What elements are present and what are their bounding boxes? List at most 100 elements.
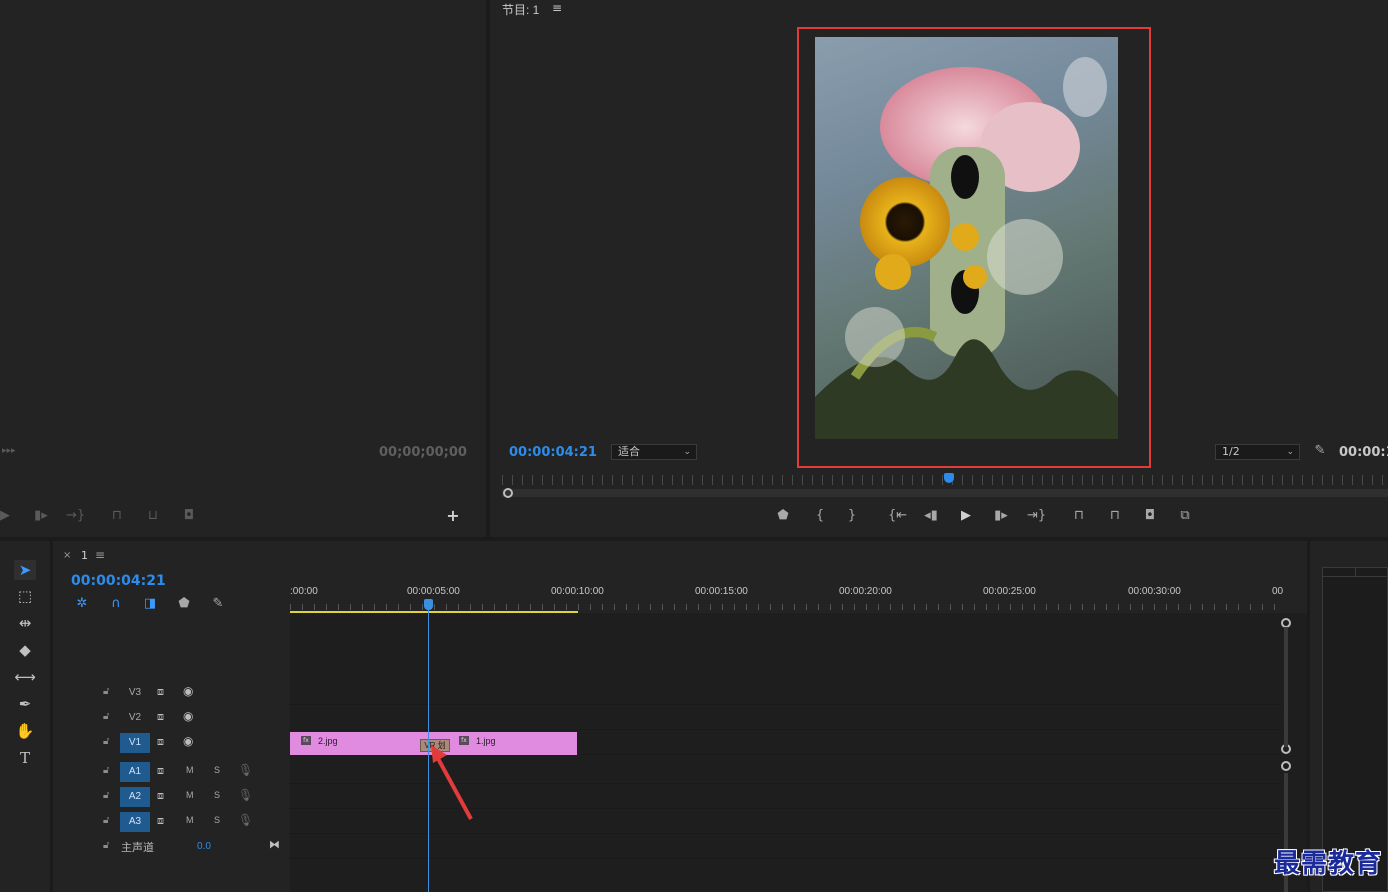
go-to-out-icon[interactable]: →} xyxy=(66,509,85,525)
ruler-label: 00:00:15:00 xyxy=(695,586,748,597)
watermark-logo: 最需教育 xyxy=(1273,849,1382,879)
export-frame-icon[interactable]: ◘ xyxy=(1141,509,1159,525)
slip-tool-icon[interactable]: ⟷ xyxy=(14,667,36,687)
solo-button[interactable]: S xyxy=(214,790,220,800)
pen-tool-icon[interactable]: ✒ xyxy=(14,694,36,714)
video-vertical-scrollbar[interactable] xyxy=(1284,627,1288,747)
selection-tool-icon[interactable]: ➤ xyxy=(14,560,36,580)
wrench-icon[interactable]: ✎ xyxy=(209,597,227,613)
go-to-in-icon[interactable]: {⇤ xyxy=(888,509,907,525)
go-to-out-icon[interactable]: ⇥} xyxy=(1027,509,1046,525)
play-icon[interactable]: ▶ xyxy=(0,509,14,525)
zoom-level-dropdown[interactable]: 适合 ⌄ xyxy=(611,444,697,460)
snap-magnet-icon[interactable]: ∩ xyxy=(107,597,125,613)
sync-lock-icon[interactable]: ⧈ xyxy=(157,789,164,803)
program-monitor-title[interactable]: 节目: 1 xyxy=(502,1,539,18)
step-forward-icon[interactable]: ▮▸ xyxy=(32,509,50,525)
lock-icon[interactable]: 🔓︎ xyxy=(103,815,109,826)
ruler-label: 00:00:20:00 xyxy=(839,586,892,597)
step-forward-icon[interactable]: ▮▸ xyxy=(992,509,1010,525)
track-header-v1: 🔓︎ V1 ⧈ ◉ xyxy=(53,731,289,755)
insert-icon[interactable]: ⊓ xyxy=(108,509,126,525)
panel-menu-icon[interactable]: ≡ xyxy=(552,1,562,15)
track-target-v3[interactable]: V3 xyxy=(120,683,150,703)
play-icon[interactable]: ▶ xyxy=(957,509,975,525)
microphone-icon[interactable]: 🎙︎ xyxy=(238,788,253,802)
mute-button[interactable]: M xyxy=(186,815,194,825)
sync-lock-icon[interactable]: ⧈ xyxy=(157,685,164,699)
track-target-v1[interactable]: V1 xyxy=(120,733,150,753)
track-a3: 🔓︎ A3 ⧈ M S 🎙︎ xyxy=(53,810,1281,834)
type-tool-icon[interactable]: T xyxy=(14,748,36,768)
sync-lock-icon[interactable]: ⧈ xyxy=(157,735,164,749)
hand-tool-icon[interactable]: ✋ xyxy=(14,721,36,741)
overwrite-icon[interactable]: ⊔ xyxy=(144,509,162,525)
timeline-panel: × 1 ≡ 00:00:04:21 ✲ ∩ ◨ ⬟ ✎ :00:00 00:00… xyxy=(53,541,1307,892)
sequence-tab[interactable]: 1 xyxy=(81,549,88,562)
linked-selection-icon[interactable]: ◨ xyxy=(141,597,159,613)
wrench-icon[interactable]: ✎ xyxy=(1311,444,1329,460)
master-volume-value[interactable]: 0.0 xyxy=(197,841,211,852)
lock-icon[interactable]: 🔓︎ xyxy=(103,790,109,801)
program-video-frame[interactable] xyxy=(815,37,1118,439)
mark-out-icon[interactable]: } xyxy=(843,509,861,525)
step-back-icon[interactable]: ◂▮ xyxy=(922,509,940,525)
track-select-tool-icon[interactable]: ⬚ xyxy=(14,586,36,606)
bowtie-icon[interactable]: ⧓ xyxy=(269,838,280,851)
master-track-label: 主声道 xyxy=(121,841,154,854)
scroll-handle[interactable] xyxy=(1281,761,1291,771)
program-timecode[interactable]: 00:00:04:21 xyxy=(509,445,597,460)
ripple-edit-tool-icon[interactable]: ⇹ xyxy=(14,613,36,633)
eye-icon[interactable]: ◉ xyxy=(183,734,193,748)
lock-icon[interactable]: 🔓︎ xyxy=(103,840,109,851)
program-monitor-panel: 节目: 1 ≡ 00:00:04:21 适合 ⌄ 1/2 ⌄ ✎ 00:00: … xyxy=(490,0,1388,537)
panel-menu-icon[interactable]: ≡ xyxy=(95,548,105,562)
ruler-label: 00:00:10:00 xyxy=(551,586,604,597)
meter-divider xyxy=(1323,576,1388,577)
add-marker-icon[interactable]: ⬟ xyxy=(175,597,193,613)
source-in-out-indicator: ▸▸▸ xyxy=(2,446,16,456)
track-v1: 🔓︎ V1 ⧈ ◉ fx 2.jpg VR 划 fx 1.jpg xyxy=(53,731,1281,755)
lock-icon[interactable]: 🔓︎ xyxy=(103,711,109,722)
close-icon[interactable]: × xyxy=(63,550,71,561)
track-target-a2[interactable]: A2 xyxy=(120,787,150,807)
track-a1: 🔓︎ A1 ⧈ M S 🎙︎ xyxy=(53,760,1281,784)
source-timecode[interactable]: 00;00;00;00 xyxy=(379,445,467,460)
lock-icon[interactable]: 🔓︎ xyxy=(103,686,109,697)
scroll-handle[interactable] xyxy=(503,488,513,498)
program-zoom-scrollbar[interactable] xyxy=(502,489,1388,497)
sync-lock-icon[interactable]: ⧈ xyxy=(157,710,164,724)
comparison-view-icon[interactable]: ⧉ xyxy=(1176,509,1194,525)
ruler-label: 00:00:30:00 xyxy=(1128,586,1181,597)
sync-lock-icon[interactable]: ⧈ xyxy=(157,814,164,828)
microphone-icon[interactable]: 🎙︎ xyxy=(238,813,253,827)
lock-icon[interactable]: 🔓︎ xyxy=(103,736,109,747)
mark-in-icon[interactable]: { xyxy=(811,509,829,525)
timeline-timecode[interactable]: 00:00:04:21 xyxy=(71,573,166,589)
button-editor-add-icon[interactable]: + xyxy=(444,508,462,525)
timeline-playhead[interactable] xyxy=(424,599,433,610)
lock-icon[interactable]: 🔓︎ xyxy=(103,765,109,776)
export-frame-icon[interactable]: ◘ xyxy=(180,509,198,525)
eye-icon[interactable]: ◉ xyxy=(183,709,193,723)
extract-icon[interactable]: ⊓ xyxy=(1106,509,1124,525)
playback-resolution-dropdown[interactable]: 1/2 ⌄ xyxy=(1215,444,1300,460)
program-playhead[interactable] xyxy=(944,473,954,483)
razor-tool-icon[interactable]: ◆ xyxy=(14,640,36,660)
track-header-a2: 🔓︎ A2 ⧈ M S 🎙︎ xyxy=(53,785,289,809)
lift-icon[interactable]: ⊓ xyxy=(1070,509,1088,525)
solo-button[interactable]: S xyxy=(214,765,220,775)
track-target-v2[interactable]: V2 xyxy=(120,708,150,728)
microphone-icon[interactable]: 🎙︎ xyxy=(238,763,253,777)
mute-button[interactable]: M xyxy=(186,790,194,800)
solo-button[interactable]: S xyxy=(214,815,220,825)
track-target-a1[interactable]: A1 xyxy=(120,762,150,782)
timeline-time-ruler[interactable]: :00:00 00:00:05:00 00:00:10:00 00:00:15:… xyxy=(290,581,1283,613)
eye-icon[interactable]: ◉ xyxy=(183,684,193,698)
track-header-v3: 🔓︎ V3 ⧈ ◉ xyxy=(53,681,289,705)
sync-lock-icon[interactable]: ⧈ xyxy=(157,764,164,778)
track-target-a3[interactable]: A3 xyxy=(120,812,150,832)
add-marker-icon[interactable]: ⬟ xyxy=(774,509,792,525)
nest-icon[interactable]: ✲ xyxy=(73,597,91,613)
mute-button[interactable]: M xyxy=(186,765,194,775)
